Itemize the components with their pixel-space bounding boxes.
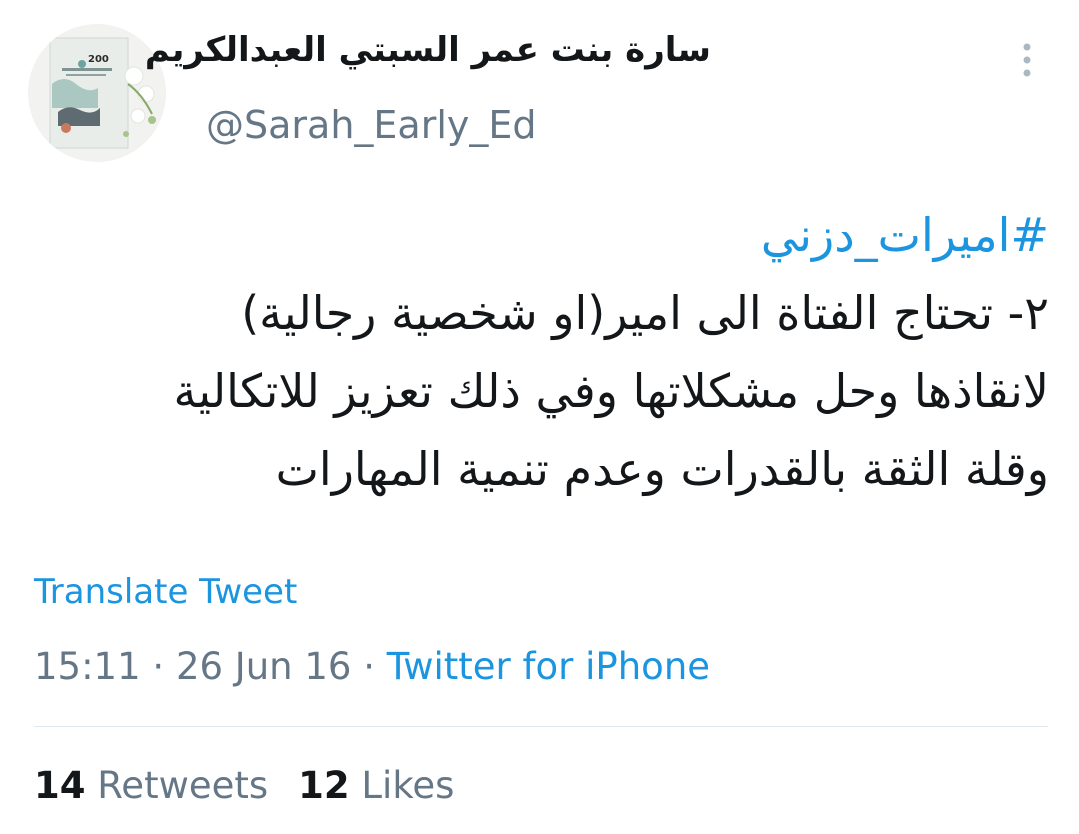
hashtag-line: #اميرات_دزني [29,196,1049,274]
tweet-line-2: لانقاذها وحل مشكلاتها وفي ذلك تعزيز للات… [173,364,1049,418]
tweet-time: 15:11 [34,645,141,688]
retweets-count: 14 [34,764,86,807]
meta-separator: · [152,645,165,688]
likes-label: Likes [361,764,455,807]
divider [34,726,1048,727]
translate-tweet-link[interactable]: Translate Tweet [34,572,297,612]
tweet-meta: 15:11 · 26 Jun 16 · Twitter for iPhone [34,645,710,688]
likes-count: 12 [298,764,350,807]
avatar-cover-number: 200 [88,54,109,65]
vertical-ellipsis-icon[interactable] [1012,40,1042,80]
tweet-date: 26 Jun 16 [175,645,352,688]
retweets-stat[interactable]: 14 Retweets [34,764,268,807]
tweet-stats: 14 Retweets 12 Likes [34,764,454,807]
retweets-label: Retweets [97,764,269,807]
tweet-text: #اميرات_دزني ٢- تحتاج الفتاة الى امير(او… [29,196,1049,508]
tweet-line-3: وقلة الثقة بالقدرات وعدم تنمية المهارات [275,442,1049,496]
user-handle[interactable]: @Sarah_Early_Ed [206,103,537,147]
hashtag-link[interactable]: #اميرات_دزني [761,208,1049,262]
display-name[interactable]: سارة بنت عمر السبتي العبدالكريم [145,30,711,70]
likes-stat[interactable]: 12 Likes [298,764,454,807]
meta-separator: · [363,645,375,688]
tweet-line-1: ٢- تحتاج الفتاة الى امير(او شخصية رجالية… [241,286,1049,340]
tweet-source-link[interactable]: Twitter for iPhone [387,645,710,688]
